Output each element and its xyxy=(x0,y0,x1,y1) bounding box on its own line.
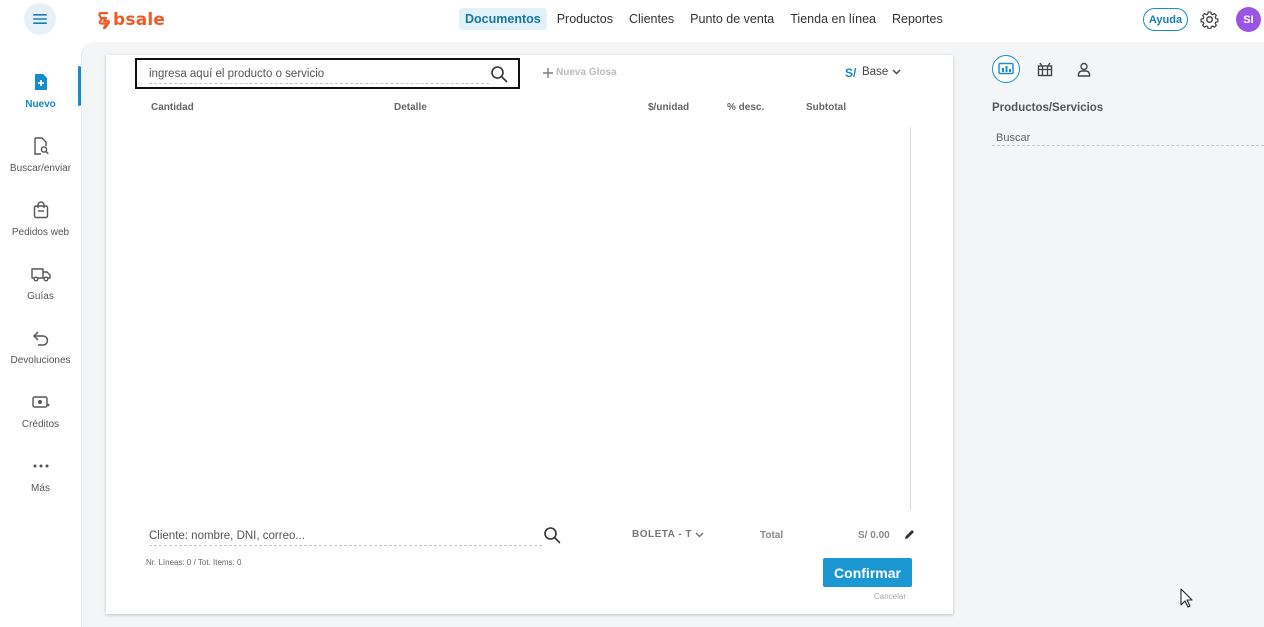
sidebar-item-buscar-enviar[interactable]: Buscar/enviar xyxy=(0,130,81,190)
product-catalog-search-input[interactable] xyxy=(992,130,1264,146)
line-item-counts: Nr. Líneas: 0 / Tot. Items: 0 xyxy=(146,558,242,567)
sidebar-item-label: Devoluciones xyxy=(10,355,71,366)
total-label: Total xyxy=(760,530,784,541)
document-type-value: BOLETA - T xyxy=(632,529,692,540)
panel-title: Productos/Servicios xyxy=(992,102,1104,114)
confirm-button[interactable]: Confirmar xyxy=(823,558,912,587)
nav-clientes[interactable]: Clientes xyxy=(623,8,680,30)
chevron-down-icon xyxy=(695,531,704,538)
nav-tienda-en-linea[interactable]: Tienda en línea xyxy=(784,8,882,30)
scrollbar[interactable] xyxy=(910,127,911,510)
client-tab[interactable] xyxy=(1070,55,1098,83)
bsale-logo-icon xyxy=(98,11,110,29)
column-header-cantidad: Cantidad xyxy=(151,102,194,113)
nav-documentos[interactable]: Documentos xyxy=(459,8,547,30)
new-glosa-button[interactable]: Nueva Glosa xyxy=(543,67,617,78)
sidebar-item-label: Buscar/enviar xyxy=(9,163,72,174)
sidebar-item-devoluciones[interactable]: Devoluciones xyxy=(0,322,81,382)
return-arrow-icon xyxy=(29,326,53,350)
sidebar-item-mas[interactable]: Más xyxy=(0,450,81,510)
total-value: S/ 0.00 xyxy=(858,530,890,541)
line-items-table xyxy=(146,127,910,510)
sidebar-item-pedidos-web[interactable]: Pedidos web xyxy=(0,194,81,254)
document-card: Nueva Glosa S/ Base Cantidad Detalle $/u… xyxy=(106,55,953,614)
new-glosa-label: Nueva Glosa xyxy=(556,67,617,78)
column-header-descuento: % desc. xyxy=(727,102,765,113)
sidebar-item-label: Créditos xyxy=(21,419,60,430)
avatar[interactable]: SI xyxy=(1236,7,1261,32)
sidebar: Nuevo Buscar/enviar Pedidos web Guías De… xyxy=(0,40,81,627)
document-search-icon xyxy=(29,134,53,158)
column-header-precio-unidad: $/unidad xyxy=(648,102,690,113)
nav-reportes[interactable]: Reportes xyxy=(886,8,949,30)
document-type-select[interactable]: BOLETA - T xyxy=(632,529,704,540)
help-button[interactable]: Ayuda xyxy=(1143,8,1188,31)
mouse-cursor-icon xyxy=(1180,588,1193,608)
top-navigation: Documentos Productos Clientes Punto de v… xyxy=(459,7,953,31)
cancel-link[interactable]: Cancelar xyxy=(874,592,906,601)
search-icon[interactable] xyxy=(490,65,508,83)
nav-productos[interactable]: Productos xyxy=(551,8,619,30)
cash-icon xyxy=(29,390,53,414)
client-search-icon[interactable] xyxy=(543,526,561,544)
truck-icon xyxy=(29,262,53,286)
nav-punto-de-venta[interactable]: Punto de venta xyxy=(684,8,780,30)
sidebar-item-label: Guías xyxy=(27,291,54,302)
sidebar-item-label: Pedidos web xyxy=(11,227,70,238)
column-header-detalle: Detalle xyxy=(394,102,427,113)
products-tab-icon xyxy=(998,62,1014,75)
sidebar-item-creditos[interactable]: Créditos xyxy=(0,386,81,446)
sidebar-item-nuevo[interactable]: Nuevo xyxy=(0,66,81,126)
user-icon xyxy=(1077,62,1091,77)
gift-icon xyxy=(1037,62,1053,77)
sidebar-item-label: Más xyxy=(31,483,50,494)
sidebar-item-label: Nuevo xyxy=(25,99,56,110)
column-header-subtotal: Subtotal xyxy=(806,102,846,113)
gear-icon[interactable] xyxy=(1200,10,1219,29)
price-list-value: Base xyxy=(862,66,889,78)
new-document-icon xyxy=(29,70,53,94)
plus-icon xyxy=(543,67,553,78)
logo-text: bsale xyxy=(113,10,166,30)
more-dots-icon xyxy=(29,454,53,478)
pencil-icon[interactable] xyxy=(903,528,916,541)
product-search-input[interactable] xyxy=(149,64,489,84)
client-search-input[interactable] xyxy=(149,526,542,546)
price-list-select[interactable]: Base xyxy=(862,66,901,78)
promotions-tab[interactable] xyxy=(1031,55,1059,83)
top-bar: bsale Documentos Productos Clientes Punt… xyxy=(0,0,1264,40)
products-tab[interactable] xyxy=(992,55,1020,83)
product-search-box xyxy=(135,58,520,89)
shopping-bag-icon xyxy=(29,198,53,222)
bsale-logo[interactable]: bsale xyxy=(98,9,165,31)
chevron-down-icon xyxy=(892,69,901,75)
hamburger-menu-icon[interactable] xyxy=(24,3,56,35)
currency-symbol: S/ xyxy=(845,66,857,80)
sidebar-item-guias[interactable]: Guías xyxy=(0,258,81,318)
